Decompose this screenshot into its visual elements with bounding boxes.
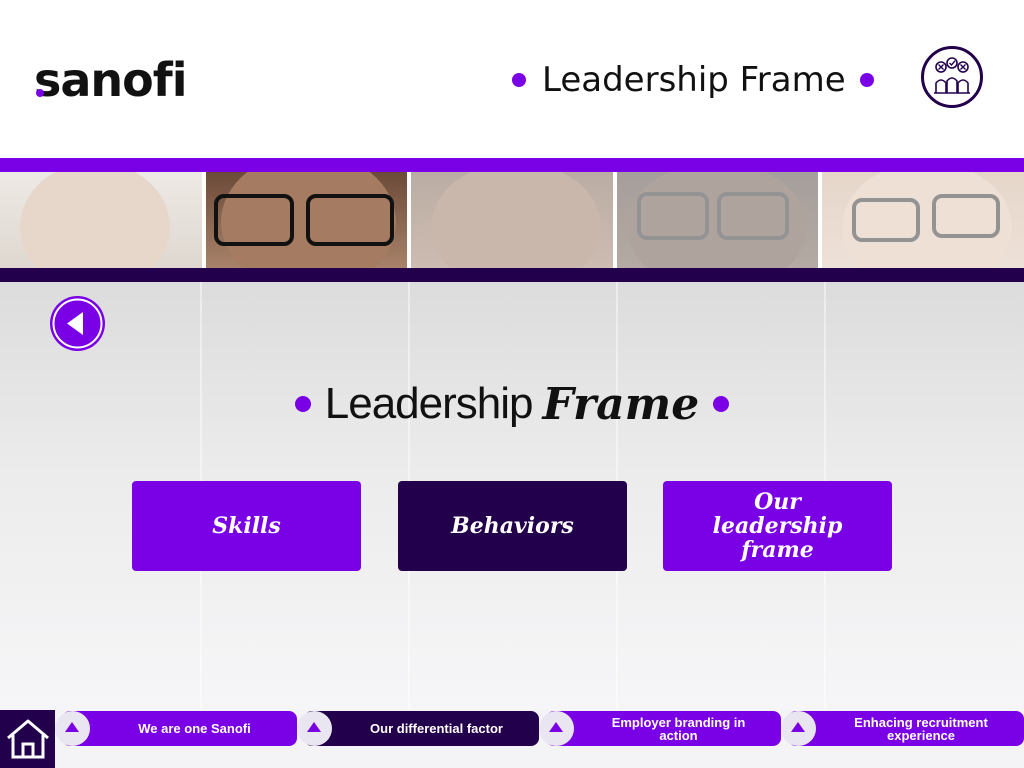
main-title: Leadership Frame bbox=[0, 376, 1024, 432]
skills-label: Skills bbox=[212, 513, 281, 539]
back-arrow-icon bbox=[52, 298, 103, 349]
bullet-dot-icon bbox=[512, 73, 526, 87]
nav-we-are-one-sanofi[interactable]: We are one Sanofi bbox=[62, 711, 297, 746]
main-title-italic: Frame bbox=[542, 378, 700, 430]
our-leadership-frame-button[interactable]: Our leadership frame bbox=[663, 481, 892, 571]
nav-employer-branding-in-action[interactable]: Employer branding in action bbox=[546, 711, 781, 746]
person-photo bbox=[616, 172, 823, 268]
behaviors-label: Behaviors bbox=[451, 513, 574, 539]
nav-label: We are one Sanofi bbox=[138, 721, 251, 736]
header-title: Leadership Frame bbox=[542, 60, 846, 100]
our-leadership-frame-label: Our leadership frame bbox=[712, 489, 843, 563]
logo-dot bbox=[36, 89, 44, 97]
bottom-dark-stripe bbox=[0, 268, 1024, 282]
behaviors-button[interactable]: Behaviors bbox=[398, 481, 627, 571]
photo-strip bbox=[0, 172, 1024, 268]
skills-button[interactable]: Skills bbox=[132, 481, 361, 571]
person-photo bbox=[411, 172, 617, 268]
arrow-up-icon[interactable] bbox=[781, 711, 816, 746]
header-title-group: Leadership Frame bbox=[512, 58, 874, 102]
bullet-dot-icon bbox=[713, 396, 730, 412]
back-button[interactable] bbox=[50, 296, 105, 351]
arrow-up-icon[interactable] bbox=[55, 711, 90, 746]
arrow-up-icon[interactable] bbox=[539, 711, 574, 746]
bullet-dot-icon bbox=[859, 73, 874, 87]
person-photo bbox=[0, 172, 206, 268]
main-title-regular: Leadership bbox=[324, 379, 534, 428]
leadership-badge-icon bbox=[921, 46, 983, 108]
person-photo bbox=[205, 172, 412, 268]
nav-our-differential-factor[interactable]: Our differential factor bbox=[304, 711, 539, 746]
top-purple-stripe bbox=[0, 158, 1024, 172]
home-icon bbox=[7, 719, 49, 759]
nav-label: Our differential factor bbox=[370, 721, 503, 736]
nav-enhacing-recruitment-experience[interactable]: Enhacing recruitment experience bbox=[788, 711, 1024, 746]
sanofi-logo: sanofi bbox=[34, 53, 188, 107]
nav-label: Enhacing recruitment experience bbox=[854, 714, 988, 743]
arrow-up-icon[interactable] bbox=[297, 711, 332, 746]
home-button[interactable] bbox=[0, 710, 55, 768]
bullet-dot-icon bbox=[294, 396, 311, 412]
header: sanofi Leadership Frame bbox=[0, 0, 1024, 158]
person-photo bbox=[822, 172, 1024, 268]
nav-label: Employer branding in action bbox=[611, 714, 746, 743]
